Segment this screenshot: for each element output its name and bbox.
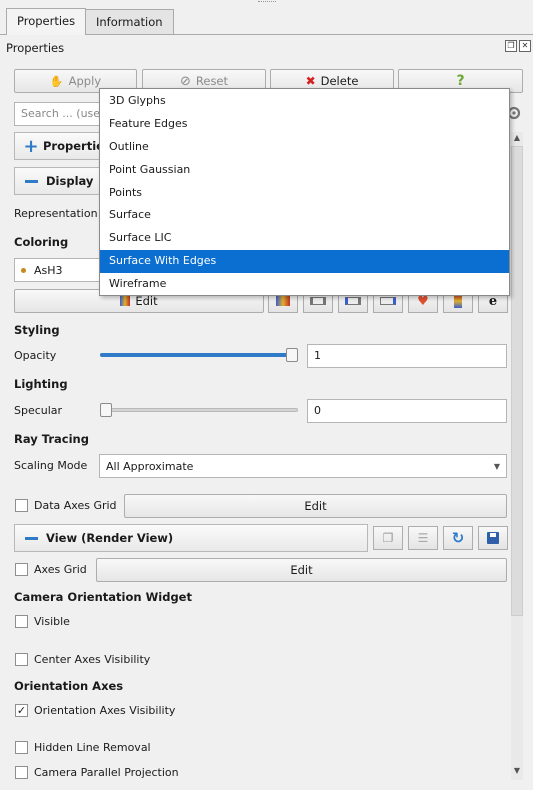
scrollbar-thumb[interactable] xyxy=(511,146,523,616)
coloring-heading: Coloring xyxy=(14,235,69,249)
edit-label: Edit xyxy=(290,563,313,577)
section-title: View (Render View) xyxy=(46,531,174,545)
collapse-minus-icon xyxy=(25,536,38,540)
point-data-icon xyxy=(21,267,26,273)
parallel-projection-checkbox[interactable] xyxy=(15,766,28,779)
camera-widget-heading: Camera Orientation Widget xyxy=(14,590,192,604)
apply-label: Apply xyxy=(68,74,102,88)
scroll-up-icon[interactable]: ▲ xyxy=(511,133,523,142)
tab-information[interactable]: Information xyxy=(85,9,174,34)
delete-icon: ✖ xyxy=(305,74,316,88)
panel-title: Properties xyxy=(6,41,65,55)
section-title: Propertie xyxy=(43,139,104,153)
data-axes-grid-edit-button[interactable]: Edit xyxy=(124,494,507,518)
axes-grid-checkbox[interactable] xyxy=(15,563,28,576)
styling-heading: Styling xyxy=(14,323,60,337)
center-axes-checkbox[interactable] xyxy=(15,653,28,666)
opacity-slider-fill xyxy=(100,353,292,357)
help-icon: ? xyxy=(456,73,465,89)
ray-tracing-heading: Ray Tracing xyxy=(14,432,89,446)
axes-grid-edit-button[interactable]: Edit xyxy=(96,558,507,582)
coloring-array-value: AsH3 xyxy=(34,263,63,277)
center-axes-label: Center Axes Visibility xyxy=(34,653,151,666)
panel-grip[interactable] xyxy=(258,1,276,4)
data-axes-grid-label: Data Axes Grid xyxy=(34,499,117,512)
tab-label: Properties xyxy=(17,14,76,28)
representation-option[interactable]: Surface xyxy=(100,204,509,227)
paste-icon[interactable]: ☰ xyxy=(408,526,438,550)
camera-visible-checkbox[interactable] xyxy=(15,615,28,628)
opacity-slider-handle[interactable] xyxy=(286,348,298,362)
reset-icon: ⊘ xyxy=(179,73,191,89)
representation-option[interactable]: 3D Glyphs xyxy=(100,90,509,113)
axes-grid-label: Axes Grid xyxy=(34,563,87,576)
tab-properties[interactable]: Properties xyxy=(6,8,87,35)
specular-slider[interactable] xyxy=(100,408,298,412)
representation-option[interactable]: Feature Edges xyxy=(100,113,509,136)
view-section-header[interactable]: View (Render View) xyxy=(14,524,368,552)
orientation-axes-heading: Orientation Axes xyxy=(14,679,124,693)
lighting-heading: Lighting xyxy=(14,377,68,391)
representation-option[interactable]: Surface With Edges xyxy=(100,250,509,274)
representation-dropdown-menu: 3D Glyphs Feature Edges Outline Point Gauss… xyxy=(99,88,510,296)
edit-label: Edit xyxy=(135,294,158,308)
representation-option[interactable]: Point Gaussian xyxy=(100,159,509,182)
collapse-minus-icon xyxy=(25,179,38,183)
specular-input[interactable]: 0 xyxy=(307,399,507,423)
orientation-axes-label: Orientation Axes Visibility xyxy=(34,704,176,717)
opacity-input[interactable]: 1 xyxy=(307,344,507,368)
scroll-down-icon[interactable]: ▼ xyxy=(511,766,523,775)
camera-visible-label: Visible xyxy=(34,615,70,628)
hidden-line-checkbox[interactable] xyxy=(15,741,28,754)
close-icon[interactable]: ✕ xyxy=(519,40,531,52)
section-title: Display xyxy=(46,174,94,188)
scaling-mode-value: All Approximate xyxy=(106,459,194,473)
reset-label: Reset xyxy=(195,74,229,88)
copy-icon[interactable]: ❐ xyxy=(373,526,403,550)
float-window-icon[interactable]: ❐ xyxy=(505,40,517,52)
hidden-line-label: Hidden Line Removal xyxy=(34,741,151,754)
parallel-projection-label: Camera Parallel Projection xyxy=(34,766,179,779)
edit-label: Edit xyxy=(304,499,327,513)
specular-slider-handle[interactable] xyxy=(100,403,112,417)
orientation-axes-checkbox[interactable]: ✓ xyxy=(15,704,28,717)
scaling-mode-combo[interactable]: All Approximate ▼ xyxy=(99,454,507,478)
representation-option[interactable]: Outline xyxy=(100,136,509,159)
specular-label: Specular xyxy=(14,404,63,417)
tab-label: Information xyxy=(96,15,163,29)
search-input[interactable]: Search ... (use xyxy=(14,102,104,126)
apply-icon: ✋ xyxy=(49,74,64,88)
opacity-label: Opacity xyxy=(14,349,57,362)
representation-option[interactable]: Points xyxy=(100,182,509,205)
delete-label: Delete xyxy=(320,74,359,88)
expand-plus-icon: + xyxy=(23,135,39,157)
scaling-mode-label: Scaling Mode xyxy=(14,459,88,472)
data-axes-grid-checkbox[interactable] xyxy=(15,499,28,512)
representation-option[interactable]: Wireframe xyxy=(100,273,509,296)
chevron-down-icon: ▼ xyxy=(493,461,500,471)
refresh-icon[interactable]: ↻ xyxy=(443,526,473,550)
representation-option[interactable]: Surface LIC xyxy=(100,227,509,250)
color-map-icon xyxy=(120,296,131,306)
representation-label: Representation xyxy=(14,207,98,220)
save-icon[interactable] xyxy=(478,526,508,550)
